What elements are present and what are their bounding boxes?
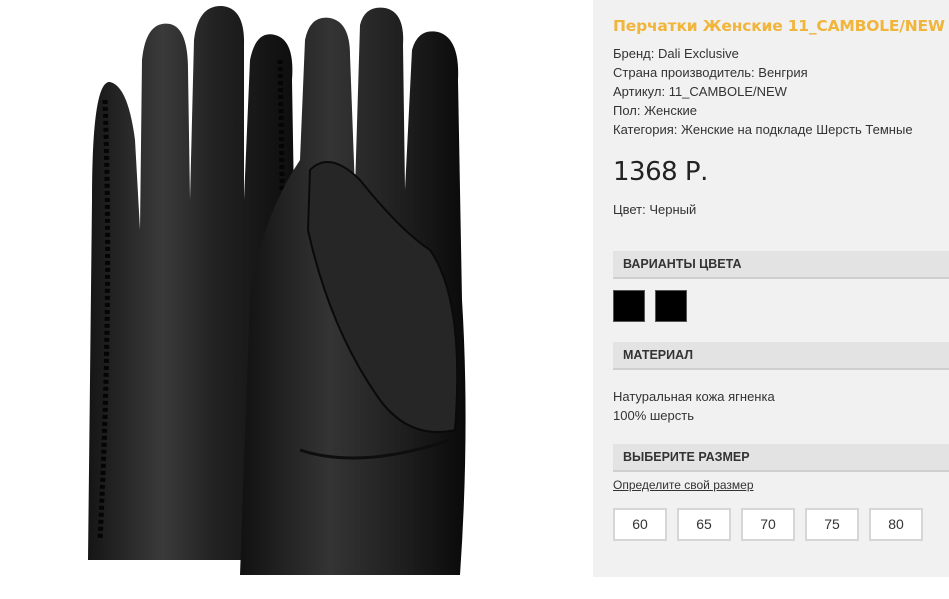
material-item: Натуральная кожа ягненка [613,389,775,404]
size-button-60[interactable]: 60 [613,508,667,541]
product-price: 1368 Р. [613,157,708,187]
meta-article: Артикул: 11_CAMBOLE/NEW [613,84,787,99]
product-title: Перчатки Женские 11_CAMBOLE/NEW [613,17,945,35]
size-button-80[interactable]: 80 [869,508,923,541]
size-options: 60 65 70 75 80 [613,508,923,541]
product-meta: Бренд: Dali Exclusive Страна производите… [613,44,913,139]
size-button-70[interactable]: 70 [741,508,795,541]
gloves-image [88,5,466,575]
color-swatch-black[interactable] [655,290,687,322]
meta-brand: Бренд: Dali Exclusive [613,46,739,61]
product-image[interactable] [0,0,593,599]
color-swatches [613,290,687,322]
meta-country: Страна производитель: Венгрия [613,65,808,80]
color-swatch-black[interactable] [613,290,645,322]
product-color: Цвет: Черный [613,202,697,217]
colors-section-header: ВАРИАНТЫ ЦВЕТА [613,251,949,279]
page-bottom [0,577,949,599]
size-section-header: ВЫБЕРИТЕ РАЗМЕР [613,444,949,472]
material-item: 100% шерсть [613,408,694,423]
material-list: Натуральная кожа ягненка 100% шерсть [613,387,775,425]
size-button-65[interactable]: 65 [677,508,731,541]
meta-gender: Пол: Женские [613,103,698,118]
size-button-75[interactable]: 75 [805,508,859,541]
meta-category: Категория: Женские на подкладе Шерсть Те… [613,122,913,137]
size-guide-link[interactable]: Определите свой размер [613,478,754,492]
material-section-header: МАТЕРИАЛ [613,342,949,370]
product-info-panel: Перчатки Женские 11_CAMBOLE/NEW Бренд: D… [593,0,949,577]
